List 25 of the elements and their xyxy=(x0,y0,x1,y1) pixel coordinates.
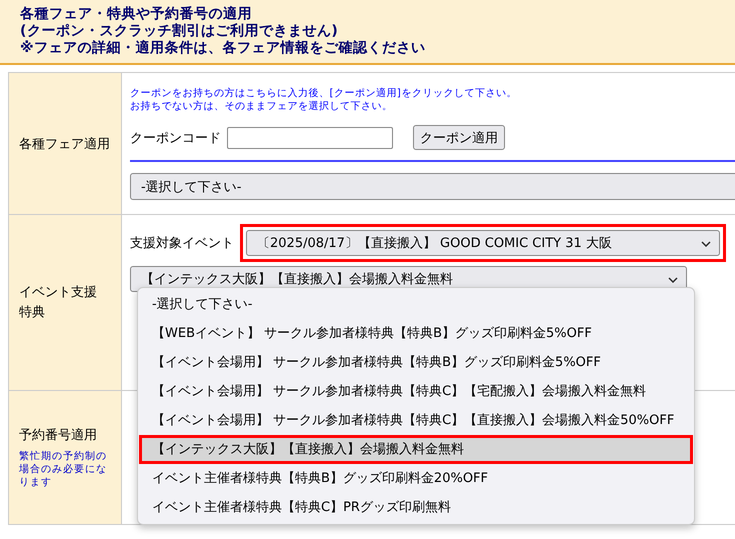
dropdown-option[interactable]: -選択して下さい- xyxy=(139,290,693,319)
fair-select[interactable]: -選択して下さい- xyxy=(130,173,735,200)
row-label: 予約番号適用 xyxy=(19,427,97,444)
event-select[interactable]: 〔2025/08/17〕【直接搬入】 GOOD COMIC CITY 31 大阪 xyxy=(246,230,720,256)
dropdown-option[interactable]: 【イベント会場用】 サークル参加者様特典【特典C】【直接搬入】会場搬入料金50%OFF xyxy=(139,406,693,435)
header-line: 各種フェア・特典や予約番号の適用 xyxy=(20,6,253,23)
dropdown-option[interactable]: イベント主催者様特典【特典B】グッズ印刷料金20%OFF xyxy=(139,464,693,493)
dropdown-option[interactable]: イベント主催者様特典【特典C】PRグッズ印刷無料 xyxy=(139,493,693,522)
coupon-apply-button[interactable]: クーポン適用 xyxy=(413,125,505,150)
coupon-note: お持ちでない方は、そのままフェアを選択して下さい。 xyxy=(130,100,394,113)
header-line: ※フェアの詳細・適用条件は、各フェア情報をご確認ください xyxy=(20,40,427,57)
coupon-note: クーポンをお持ちの方はこちらに入力後、[クーポン適用]をクリックして下さい。 xyxy=(130,87,518,100)
event-label: 支援対象イベント xyxy=(130,235,234,252)
dropdown-option[interactable]: 【イベント会場用】 サークル参加者様特典【特典B】グッズ印刷料金5%OFF xyxy=(139,348,693,377)
dropdown-option[interactable]: 【イベント会場用】 サークル参加者様特典【特典C】【宅配搬入】会場搬入料金無料 xyxy=(139,377,693,406)
chevron-icon xyxy=(668,277,678,283)
row-label: 各種フェア適用 xyxy=(19,136,110,152)
row-label: イベント支援特典 xyxy=(19,284,98,322)
dropdown-option[interactable]: 【WEBイベント】 サークル参加者様特典【特典B】グッズ印刷料金5%OFF xyxy=(139,319,693,348)
coupon-field[interactable] xyxy=(227,126,393,148)
header-line: (クーポン・スクラッチ割引はご利用できません) xyxy=(20,23,340,40)
chevron-icon xyxy=(701,241,711,247)
coupon-label: クーポンコード xyxy=(130,130,221,146)
reservation-note: 繁忙期の予約制の場合のみ必要になります xyxy=(19,450,108,489)
dropdown-option[interactable]: 【インテックス大阪】【直接搬入】会場搬入料金無料 xyxy=(139,435,693,464)
